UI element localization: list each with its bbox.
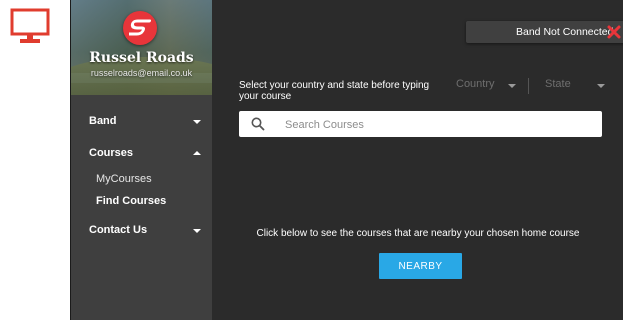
- sidebar-item-contact-us[interactable]: Contact Us: [71, 220, 212, 242]
- filter-instruction: Select your country and state before typ…: [239, 80, 430, 102]
- search-input[interactable]: [283, 114, 587, 136]
- monitor-icon: [10, 8, 50, 44]
- chevron-up-icon: [193, 151, 201, 155]
- sidebar: Russel Roads russelroads@email.co.uk Ban…: [71, 0, 212, 320]
- sidebar-item-label: Band: [89, 115, 117, 127]
- band-status-badge: Band Not Connected: [466, 21, 623, 43]
- sidebar-subitem-mycourses[interactable]: MyCourses: [96, 173, 152, 185]
- profile-email: russelroads@email.co.uk: [90, 68, 193, 78]
- app-window: Russel Roads russelroads@email.co.uk Ban…: [70, 0, 623, 320]
- search-icon: [251, 117, 265, 131]
- dropdown-divider: [528, 78, 529, 94]
- nearby-button[interactable]: NEARBY: [379, 253, 462, 279]
- main-content: Band Not Connected Select your country a…: [212, 0, 623, 320]
- chevron-down-icon: [193, 120, 201, 124]
- sidebar-item-courses[interactable]: Courses: [71, 143, 212, 165]
- profile-header: Russel Roads russelroads@email.co.uk: [71, 0, 212, 95]
- sidebar-item-label: Courses: [89, 147, 134, 159]
- country-dropdown-label: Country: [456, 78, 495, 90]
- chevron-down-icon: [193, 229, 201, 233]
- country-dropdown[interactable]: Country: [456, 78, 520, 96]
- sidebar-item-label: Contact Us: [89, 224, 148, 236]
- band-status-text: Band Not Connected: [516, 26, 614, 38]
- chevron-down-icon: [508, 84, 516, 88]
- nearby-description: Click below to see the courses that are …: [256, 228, 580, 239]
- profile-name: Russel Roads: [89, 50, 194, 66]
- state-dropdown[interactable]: State: [545, 78, 605, 96]
- sidebar-item-band[interactable]: Band: [71, 111, 212, 133]
- search-bar: [239, 111, 602, 137]
- close-x-icon[interactable]: [606, 24, 622, 40]
- sidebar-subitem-find-courses[interactable]: Find Courses: [96, 195, 166, 207]
- brand-s-logo-icon: [123, 11, 157, 45]
- state-dropdown-label: State: [545, 78, 571, 90]
- chevron-down-icon: [597, 84, 605, 88]
